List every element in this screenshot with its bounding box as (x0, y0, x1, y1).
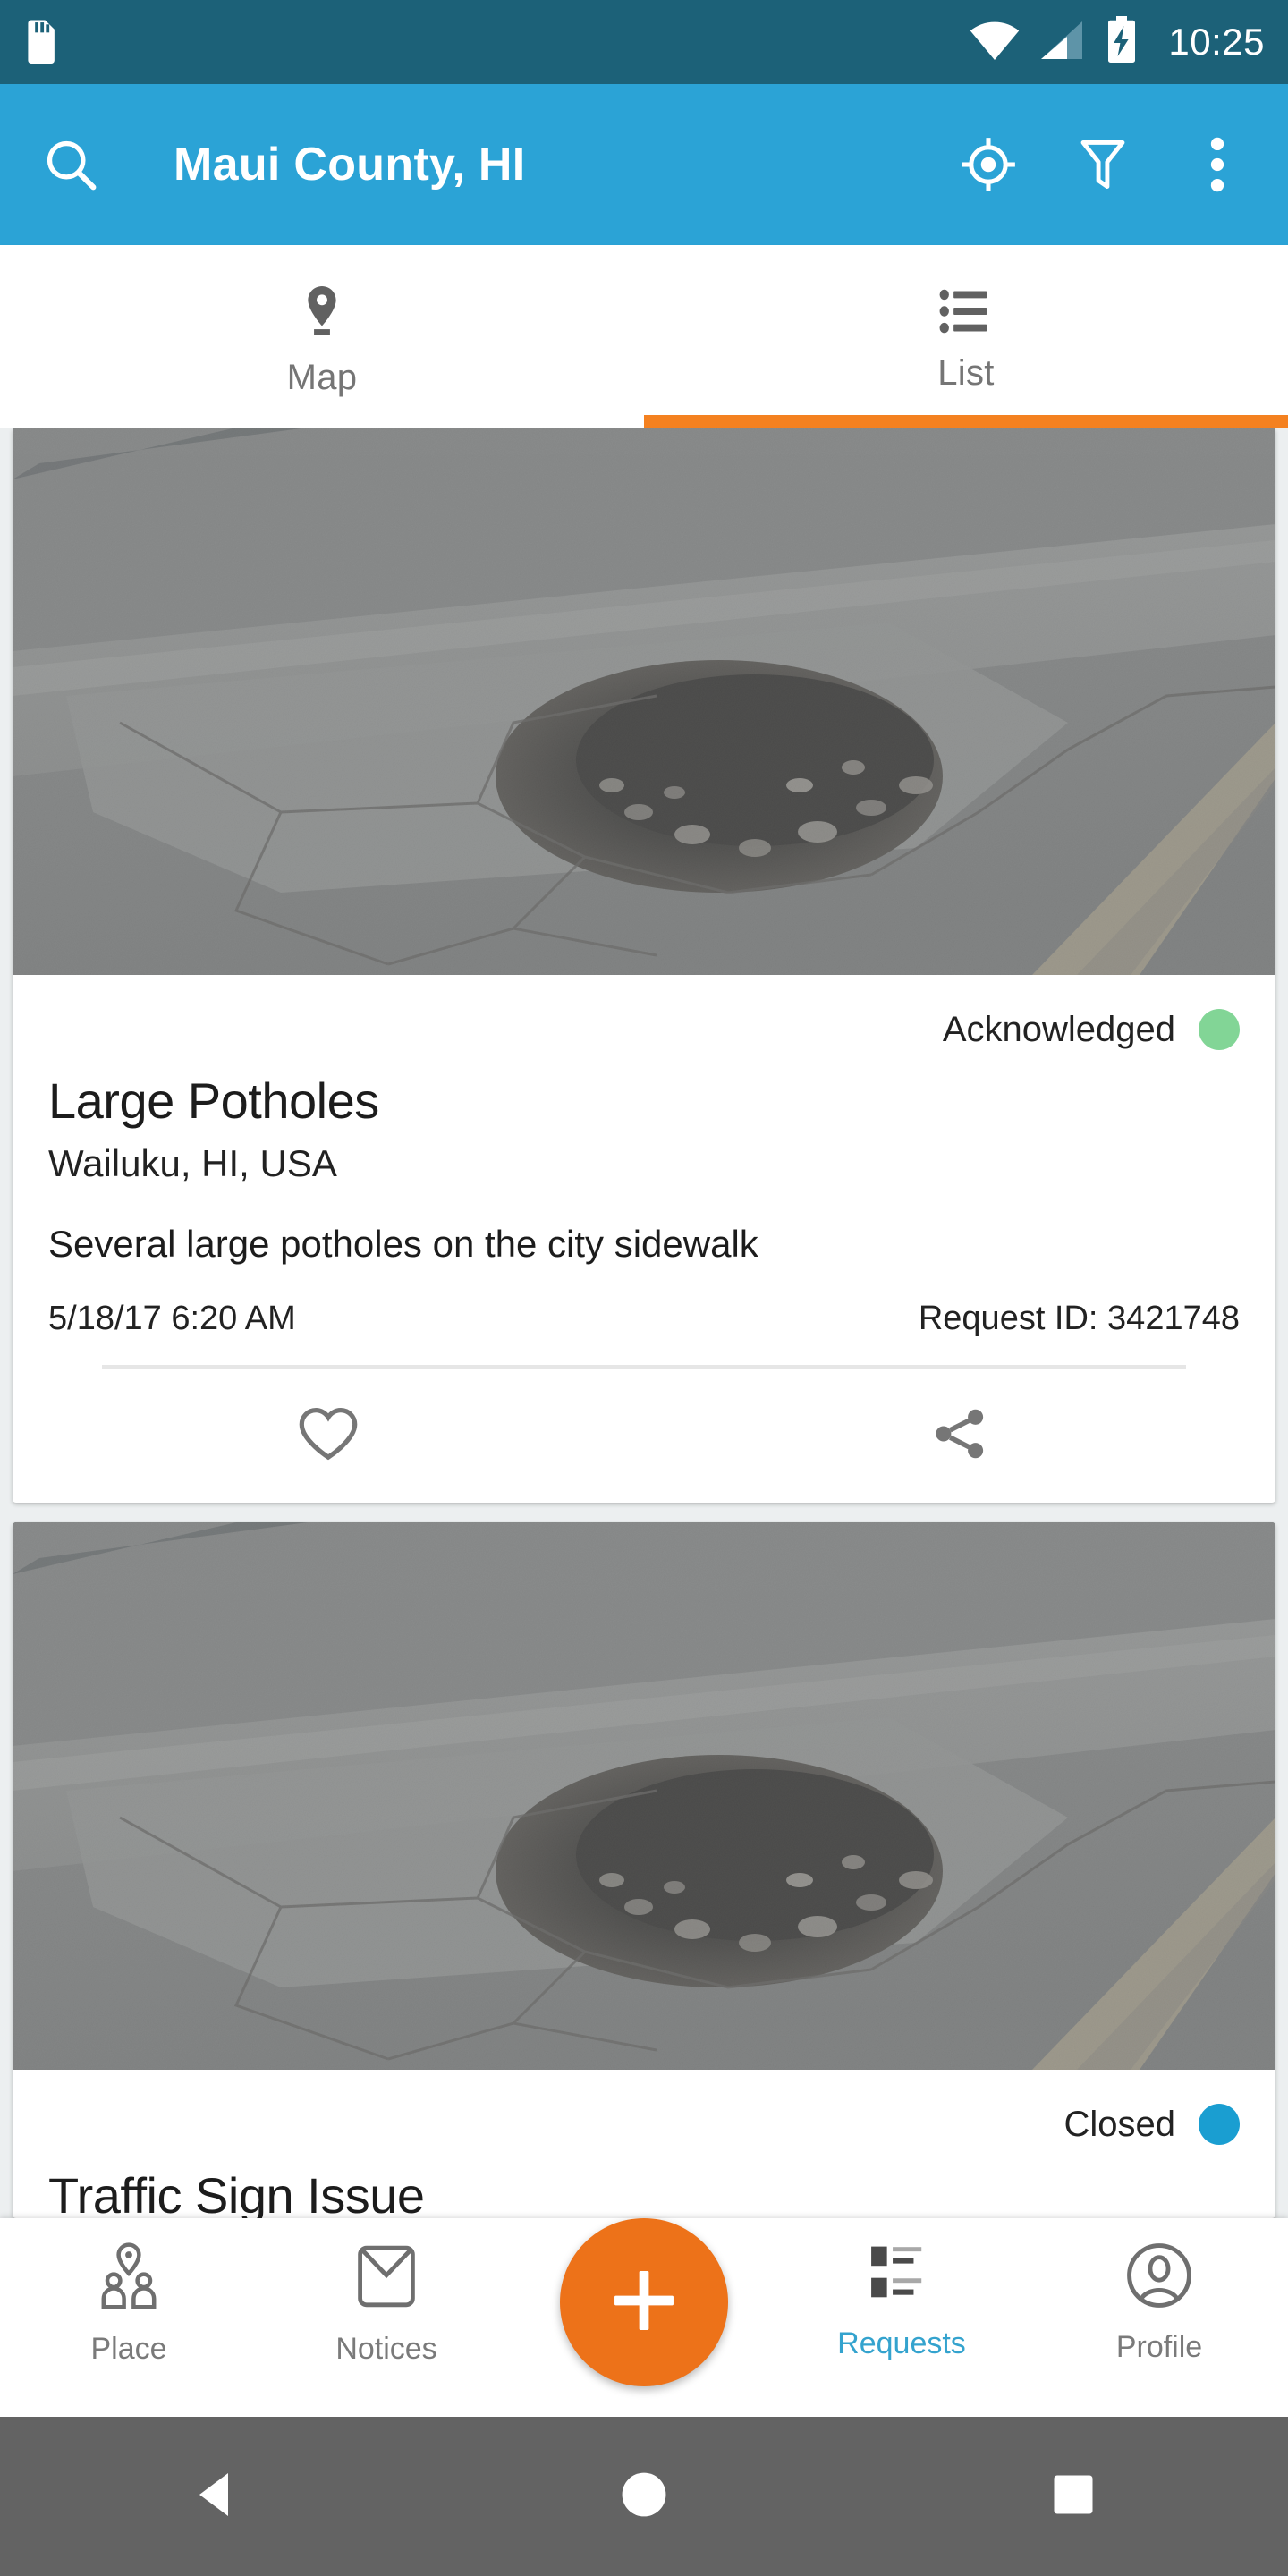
sdcard-icon (23, 17, 61, 68)
recents-square-icon (1051, 2472, 1096, 2521)
home-circle-icon (619, 2470, 669, 2524)
tab-map[interactable]: Map (0, 245, 644, 428)
request-meta: 5/18/17 6:20 AM Request ID: 3421748 (48, 1300, 1240, 1338)
request-title: Traffic Sign Issue (48, 2167, 425, 2218)
request-photo[interactable] (13, 428, 1275, 975)
envelope-icon (353, 2241, 419, 2316)
tab-list[interactable]: List (644, 245, 1288, 428)
list-icon (939, 288, 993, 339)
request-photo[interactable] (13, 1522, 1275, 2070)
share-icon (928, 1404, 991, 1468)
tab-map-label: Map (286, 358, 358, 397)
cell-signal-icon (1039, 20, 1084, 65)
status-label: Closed (1063, 2104, 1175, 2144)
battery-charging-icon (1104, 15, 1140, 69)
request-card-body: Closed Traffic Sign Issue (13, 2070, 1275, 2218)
request-card[interactable]: Acknowledged Large Potholes Wailuku, HI,… (13, 428, 1275, 1503)
nav-label-requests: Requests (837, 2326, 966, 2360)
status-bar-right: 10:25 (970, 15, 1265, 69)
page-title: Maui County, HI (174, 139, 526, 191)
wifi-icon (970, 20, 1020, 65)
favorite-button[interactable] (13, 1368, 644, 1503)
request-card-body: Acknowledged Large Potholes Wailuku, HI,… (13, 975, 1275, 1368)
nav-item-place[interactable]: Place (0, 2241, 258, 2367)
app-bar-actions (957, 133, 1249, 196)
android-back-button[interactable] (0, 2470, 429, 2524)
android-recents-button[interactable] (859, 2472, 1288, 2521)
tab-active-indicator (644, 415, 1288, 428)
search-icon[interactable] (39, 133, 102, 196)
nav-item-requests[interactable]: Requests (773, 2241, 1030, 2361)
filter-funnel-icon[interactable] (1072, 133, 1134, 196)
phone-screen: 10:25 Maui County, HI Map List Acknowled… (0, 0, 1288, 2576)
status-bar: 10:25 (0, 0, 1288, 84)
nav-item-notices[interactable]: Notices (258, 2241, 515, 2367)
status-dot (1199, 1009, 1240, 1050)
card-actions (13, 1368, 1275, 1503)
nav-item-profile[interactable]: Profile (1030, 2241, 1288, 2365)
android-home-button[interactable] (429, 2470, 859, 2524)
requests-list-icon (868, 2241, 936, 2310)
request-list[interactable]: Acknowledged Large Potholes Wailuku, HI,… (0, 428, 1288, 2259)
overflow-menu-icon[interactable] (1186, 133, 1249, 196)
app-bar: Maui County, HI (0, 84, 1288, 245)
map-pin-icon (297, 284, 347, 343)
add-request-fab[interactable] (560, 2218, 728, 2386)
request-location: Wailuku, HI, USA (48, 1142, 337, 1184)
nav-label-notices: Notices (335, 2332, 437, 2366)
status-bar-clock: 10:25 (1168, 21, 1265, 63)
request-datetime: 5/18/17 6:20 AM (48, 1300, 296, 1337)
person-icon (1125, 2241, 1193, 2314)
request-id: Request ID: 3421748 (918, 1300, 1240, 1337)
heart-icon (296, 1404, 360, 1468)
nav-label-place: Place (90, 2332, 167, 2366)
place-people-icon (94, 2241, 164, 2316)
status-dot (1199, 2104, 1240, 2145)
status-label: Acknowledged (942, 1009, 1175, 1049)
plus-icon (603, 2259, 685, 2346)
back-triangle-icon (192, 2470, 237, 2524)
nav-label-profile: Profile (1115, 2330, 1203, 2364)
request-card[interactable]: Closed Traffic Sign Issue (13, 1522, 1275, 2218)
my-location-icon[interactable] (957, 133, 1020, 196)
request-title: Large Potholes (48, 1072, 379, 1129)
tab-list-label: List (937, 353, 995, 393)
status-badge: Acknowledged (48, 991, 1240, 1068)
status-badge: Closed (48, 2086, 1240, 2163)
android-navigation-bar (0, 2417, 1288, 2576)
tab-bar: Map List (0, 245, 1288, 428)
status-bar-left (23, 17, 61, 68)
request-description: Several large potholes on the city sidew… (48, 1223, 758, 1265)
share-button[interactable] (644, 1368, 1275, 1503)
request-title-clipped: Traffic Sign Issue (48, 2163, 1240, 2218)
